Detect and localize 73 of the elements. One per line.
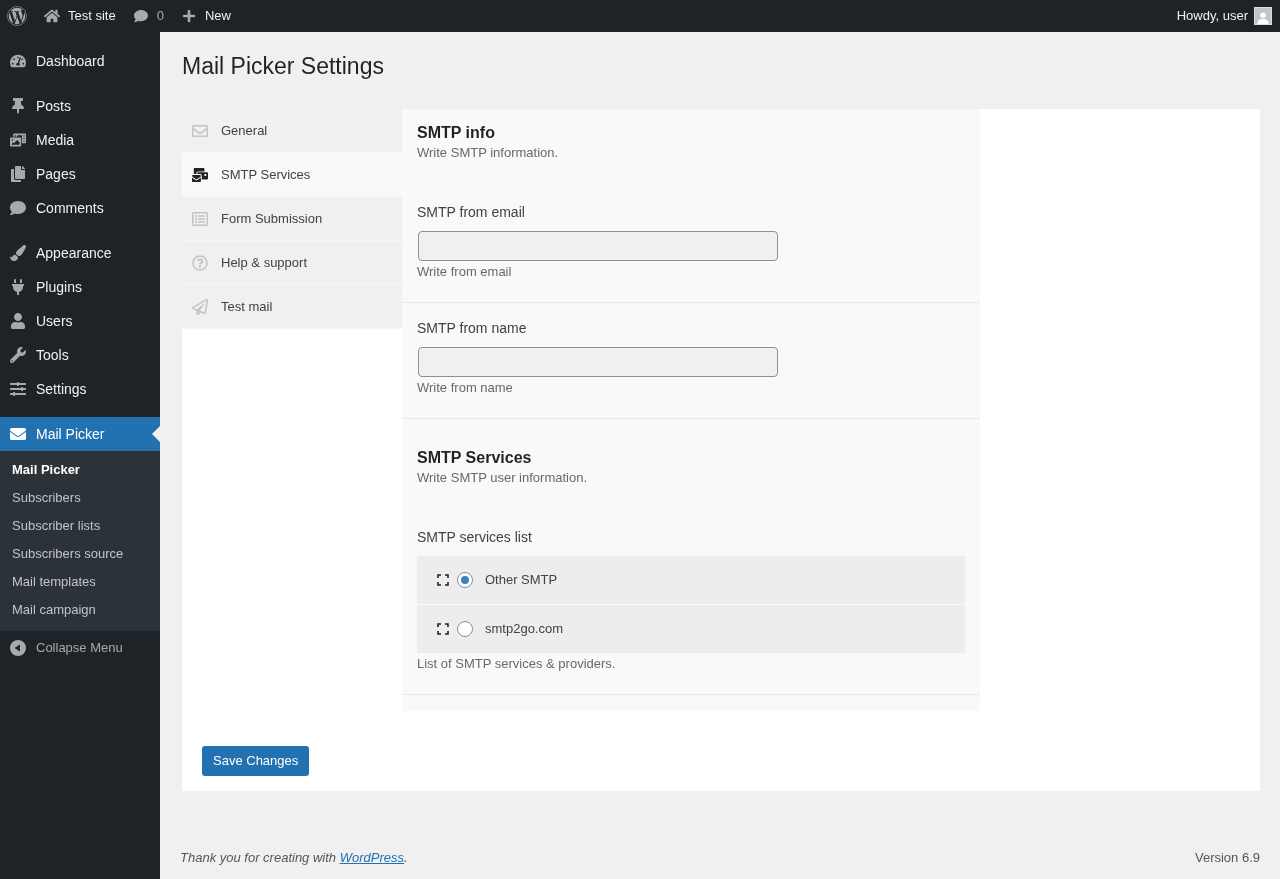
section-title: SMTP Services: [417, 448, 533, 468]
settings-tab[interactable]: Form Submission: [182, 197, 402, 241]
option-label: Other SMTP: [485, 571, 558, 590]
radio-button[interactable]: [457, 572, 473, 588]
account-link[interactable]: Howdy, user: [1176, 6, 1272, 26]
menu-item[interactable]: Appearance: [0, 236, 160, 270]
speech-bubble-icon: [10, 200, 26, 216]
sliders-icon: [10, 381, 26, 397]
new-content-link[interactable]: New: [181, 6, 231, 26]
footer-credit: Thank you for creating with WordPress.: [180, 849, 408, 867]
help-icon: [192, 254, 208, 271]
menu-item[interactable]: Comments: [0, 191, 160, 225]
menu-item[interactable]: Users: [0, 304, 160, 338]
submenu-item[interactable]: Mail templates: [0, 568, 160, 596]
section-description: Write SMTP user information.: [417, 469, 588, 487]
option-label: smtp2go.com: [485, 620, 564, 639]
settings-tab[interactable]: General: [182, 109, 402, 153]
mail-stack-icon: [192, 166, 208, 183]
expand-icon: [437, 623, 449, 635]
menu-item[interactable]: Plugins: [0, 270, 160, 304]
text-input[interactable]: [418, 347, 778, 377]
brush-icon: [10, 245, 26, 261]
settings-tab[interactable]: SMTP Services: [182, 153, 402, 197]
menu-item[interactable]: Pages: [0, 157, 160, 191]
version-text: Version 6.9: [1194, 849, 1260, 867]
home-icon: [44, 8, 60, 24]
submenu-item[interactable]: Subscribers source: [0, 540, 160, 568]
settings-tab[interactable]: Test mail: [182, 285, 402, 329]
plus-icon: [181, 9, 196, 23]
field-description: List of SMTP services & providers.: [417, 655, 617, 673]
submenu-item[interactable]: Subscribers: [0, 484, 160, 512]
section-title: SMTP info: [417, 123, 496, 143]
paper-plane-icon: [192, 298, 208, 315]
settings-tab[interactable]: Help & support: [182, 241, 402, 285]
section-description: Write SMTP information.: [417, 144, 560, 162]
field-description: Write from email: [417, 263, 513, 281]
service-option[interactable]: smtp2go.com: [417, 605, 965, 653]
expand-icon: [437, 574, 449, 586]
media-icon: [10, 132, 26, 148]
service-option[interactable]: Other SMTP: [417, 556, 965, 604]
menu-item[interactable]: Media: [0, 123, 160, 157]
radio-button[interactable]: [457, 621, 473, 637]
menu-item[interactable]: Dashboard: [0, 44, 160, 78]
field-label: SMTP from name: [417, 319, 528, 338]
field-label: SMTP from email: [417, 203, 526, 222]
page-title: Mail Picker Settings: [182, 52, 385, 81]
envelope-icon: [192, 122, 208, 139]
avatar-icon: [1254, 7, 1272, 25]
wrench-icon: [10, 347, 26, 363]
speech-bubble-icon: [133, 9, 148, 23]
form-list-icon: [192, 210, 208, 227]
comments-link[interactable]: 0: [133, 6, 164, 26]
submenu-item[interactable]: Mail campaign: [0, 596, 160, 624]
site-name-link[interactable]: Test site: [44, 6, 116, 26]
envelope-icon: [10, 426, 26, 442]
plug-icon: [10, 279, 26, 295]
field-label: SMTP services list: [417, 528, 533, 547]
save-changes-button[interactable]: Save Changes: [202, 746, 310, 776]
field-description: Write from name: [417, 379, 514, 397]
submenu-item[interactable]: Mail Picker: [0, 456, 160, 484]
menu-item[interactable]: Settings: [0, 372, 160, 406]
pin-icon: [10, 98, 26, 114]
submenu-item[interactable]: Subscriber lists: [0, 512, 160, 540]
menu-item[interactable]: Tools: [0, 338, 160, 372]
gauge-icon: [10, 53, 26, 69]
menu-item[interactable]: Mail Picker: [0, 417, 160, 451]
wordpress-link[interactable]: WordPress: [339, 850, 404, 865]
collapse-menu-button[interactable]: Collapse Menu: [0, 631, 160, 665]
pages-icon: [10, 166, 26, 182]
wordpress-logo-icon[interactable]: [7, 6, 27, 26]
text-input[interactable]: [418, 231, 778, 261]
menu-item[interactable]: Posts: [0, 89, 160, 123]
person-icon: [10, 313, 26, 329]
